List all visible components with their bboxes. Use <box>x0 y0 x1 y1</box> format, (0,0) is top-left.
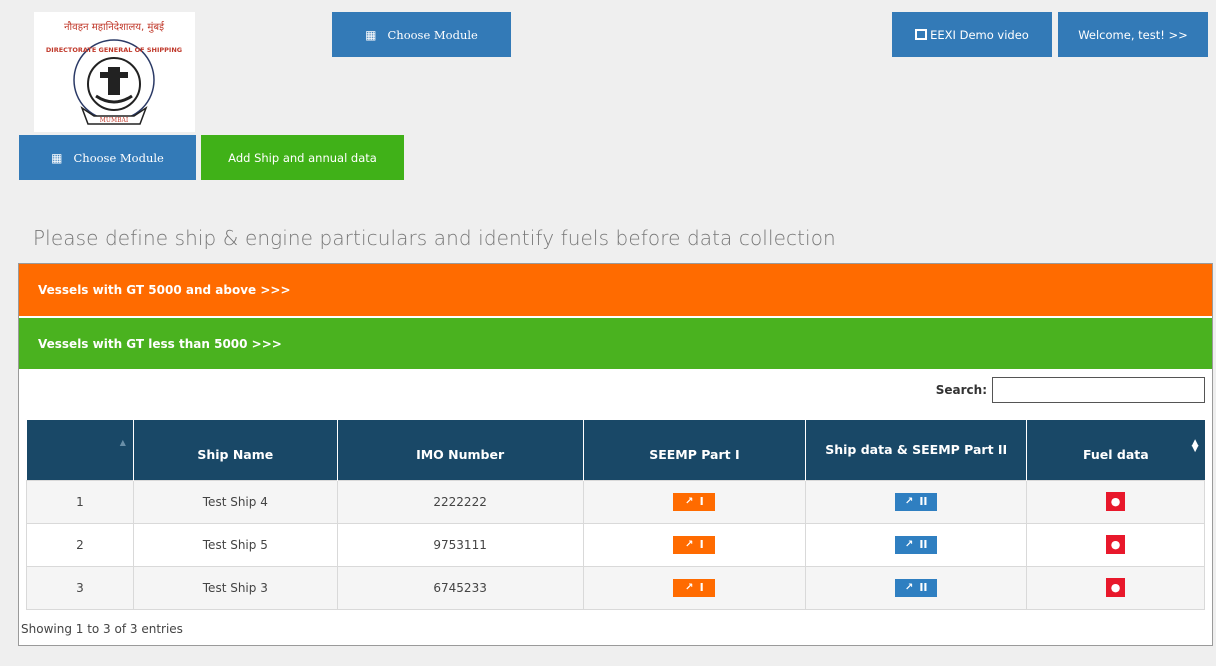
seemp-part-2-button[interactable]: ↗ II <box>895 535 938 554</box>
welcome-user-button[interactable]: Welcome, test! >> <box>1058 12 1208 57</box>
search-bar: Search: <box>936 377 1205 403</box>
seemp-part-2-button[interactable]: ↗ II <box>895 492 938 511</box>
page-instruction: Please define ship & engine particulars … <box>33 226 836 250</box>
demo-video-label: EEXI Demo video <box>930 27 1029 42</box>
accordion-gt-5000-above-label: Vessels with GT 5000 and above >>> <box>38 283 291 297</box>
seemp-part-2-cell: ↗ II <box>805 479 1028 524</box>
column-header-ship-data-seemp-part-2[interactable]: Ship data & SEEMP Part II <box>805 420 1028 480</box>
table-row: 2 Test Ship 5 9753111 ↗ I ↗ II ● <box>26 522 1205 567</box>
imo-number-cell: 6745233 <box>336 565 584 610</box>
th-icon: ▦ <box>365 27 376 42</box>
choose-module-button-top[interactable]: ▦ Choose Module <box>332 12 511 57</box>
upload-icon: ↗ <box>904 582 914 593</box>
imo-number-cell: 2222222 <box>336 479 584 524</box>
eexi-demo-video-button[interactable]: EEXI Demo video <box>892 12 1052 57</box>
fuel-data-button[interactable]: ● <box>1106 492 1126 511</box>
column-header-index[interactable]: ▲ <box>26 420 134 480</box>
logo-hindi-text: नौवहन महानिदेशालय, मुंबई <box>64 21 165 33</box>
ship-name-cell: Test Ship 4 <box>132 479 338 524</box>
seemp-part-1-cell: ↗ I <box>582 565 807 610</box>
seemp-part-1-button[interactable]: ↗ I <box>673 578 716 597</box>
column-header-fuel-data[interactable]: Fuel data ▲ ▼ <box>1026 420 1205 480</box>
table-row: 1 Test Ship 4 2222222 ↗ I ↗ II ● <box>26 479 1205 524</box>
upload-icon: ↗ <box>904 539 914 550</box>
choose-module-nav-label: Choose Module <box>73 150 164 165</box>
row-index: 1 <box>26 479 134 524</box>
upload-icon: ↗ <box>685 582 694 593</box>
table-header-row: ▲ Ship Name IMO Number SEEMP Part I Ship… <box>26 420 1205 480</box>
choose-module-label: Choose Module <box>387 27 478 42</box>
row-index: 2 <box>26 522 134 567</box>
table-info: Showing 1 to 3 of 3 entries <box>21 622 183 636</box>
seemp-part-1-button[interactable]: ↗ I <box>673 535 716 554</box>
ship-name-cell: Test Ship 3 <box>132 565 338 610</box>
tint-icon: ● <box>1110 538 1121 551</box>
ship-name-cell: Test Ship 5 <box>132 522 338 567</box>
choose-module-button-nav[interactable]: ▦ Choose Module <box>19 135 196 180</box>
add-ship-label: Add Ship and annual data <box>228 150 377 165</box>
logo-banner-text: MUMBAI <box>100 117 129 124</box>
imo-number-cell: 9753111 <box>336 522 584 567</box>
sort-up-icon: ▲ <box>119 438 126 447</box>
vessel-table: ▲ Ship Name IMO Number SEEMP Part I Ship… <box>26 420 1205 610</box>
fuel-data-cell: ● <box>1026 522 1205 567</box>
welcome-label: Welcome, test! >> <box>1078 27 1188 42</box>
upload-icon: ↗ <box>685 496 694 507</box>
fuel-data-button[interactable]: ● <box>1106 578 1126 597</box>
column-header-ship-name[interactable]: Ship Name <box>133 420 338 480</box>
film-icon <box>915 29 928 40</box>
row-index: 3 <box>26 565 134 610</box>
seemp-part-2-cell: ↗ II <box>805 565 1028 610</box>
upload-icon: ↗ <box>685 539 694 550</box>
add-ship-button[interactable]: Add Ship and annual data <box>201 135 404 180</box>
th-icon: ▦ <box>51 150 62 165</box>
tint-icon: ● <box>1110 581 1121 594</box>
upload-icon: ↗ <box>904 496 914 507</box>
accordion-gt-below-5000-label: Vessels with GT less than 5000 >>> <box>38 336 282 351</box>
vessel-panel: Vessels with GT 5000 and above >>> Vesse… <box>18 263 1213 646</box>
accordion-gt-5000-above[interactable]: Vessels with GT 5000 and above >>> <box>19 264 1212 318</box>
fuel-data-cell: ● <box>1026 565 1205 610</box>
fuel-data-cell: ● <box>1026 479 1205 524</box>
seemp-part-1-button[interactable]: ↗ I <box>673 492 716 511</box>
tint-icon: ● <box>1110 495 1121 508</box>
column-header-seemp-part-1[interactable]: SEEMP Part I <box>583 420 807 480</box>
seemp-part-2-button[interactable]: ↗ II <box>895 578 938 597</box>
accordion-gt-below-5000[interactable]: Vessels with GT less than 5000 >>> <box>19 318 1212 369</box>
column-header-imo-number[interactable]: IMO Number <box>337 420 584 480</box>
seemp-part-1-cell: ↗ I <box>582 479 807 524</box>
table-row: 3 Test Ship 3 6745233 ↗ I ↗ II ● <box>26 565 1205 610</box>
fuel-data-button[interactable]: ● <box>1106 535 1126 554</box>
seemp-part-1-cell: ↗ I <box>582 522 807 567</box>
seemp-part-2-cell: ↗ II <box>805 522 1028 567</box>
search-input[interactable] <box>992 377 1205 403</box>
dgs-logo: नौवहन महानिदेशालय, मुंबई DIRECTORATE GEN… <box>34 12 195 132</box>
logo-ring-text: DIRECTORATE GENERAL OF SHIPPING <box>46 46 182 54</box>
sort-icon: ▲ ▼ <box>1191 438 1199 454</box>
search-label: Search: <box>935 383 987 397</box>
